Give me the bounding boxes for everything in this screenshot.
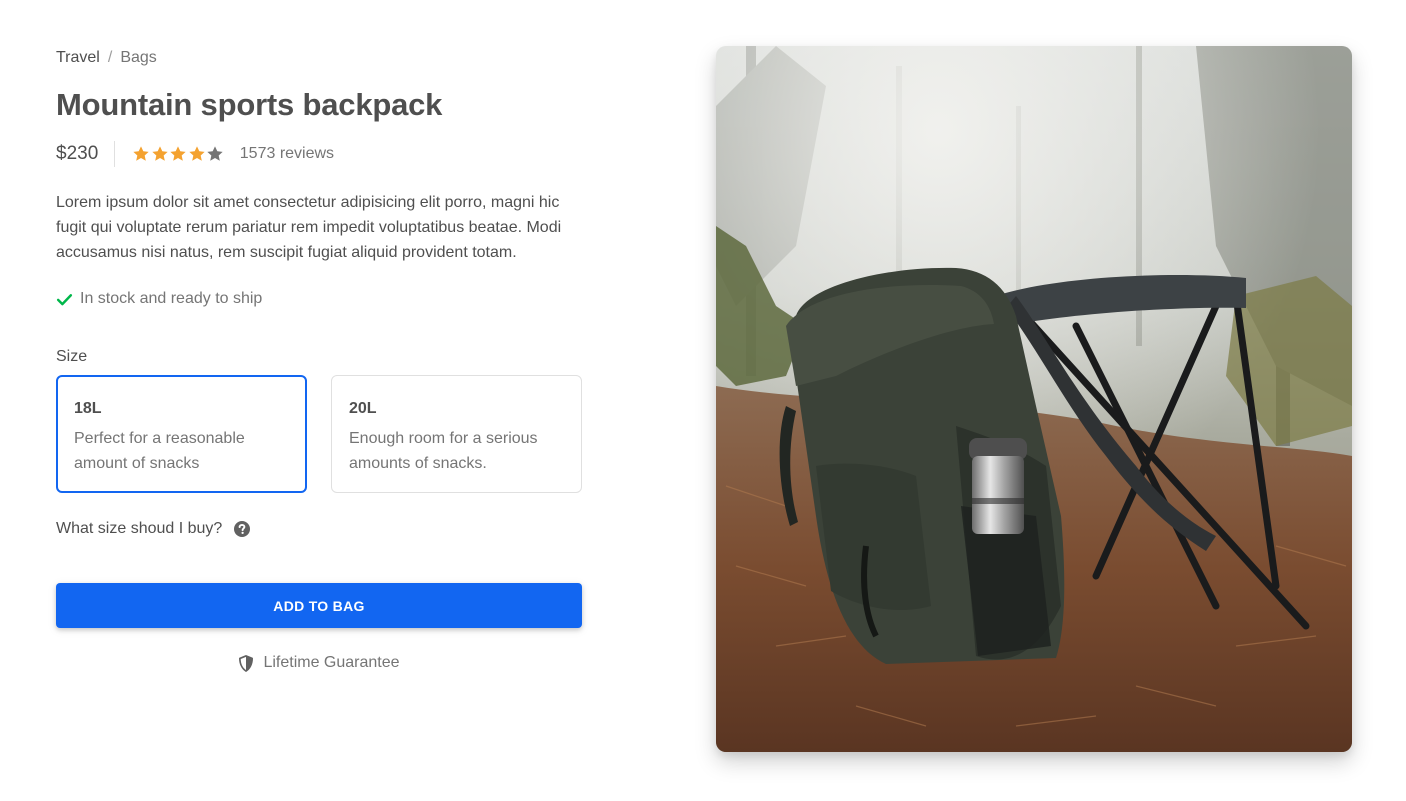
product-title: Mountain sports backpack	[56, 87, 443, 122]
star-icon	[207, 146, 223, 161]
backpack-photo	[716, 46, 1352, 752]
star-icon	[189, 146, 205, 161]
size-option-20l[interactable]: 20L Enough room for a serious amounts of…	[331, 375, 582, 493]
size-guide-link[interactable]: What size shoud I buy?	[56, 520, 251, 538]
breadcrumb-current-bags[interactable]: Bags	[120, 49, 156, 67]
add-to-bag-button[interactable]: ADD TO BAG	[56, 583, 582, 628]
star-icon	[170, 146, 186, 161]
breadcrumb-separator: /	[107, 49, 113, 66]
stock-text: In stock and ready to ship	[80, 290, 263, 307]
guarantee-text: Lifetime Guarantee	[263, 654, 400, 671]
star-icon	[133, 146, 149, 161]
size-option-18l[interactable]: 18L Perfect for a reasonable amount of s…	[56, 375, 307, 493]
check-icon	[56, 293, 73, 305]
price-rating-row: $230 1573 reviews	[56, 141, 334, 167]
question-circle-icon[interactable]	[234, 521, 251, 537]
size-option-name: 20L	[349, 400, 377, 417]
reviews-link[interactable]: 1573 reviews	[240, 145, 334, 163]
size-option-info: Perfect for a reasonable amount of snack…	[74, 430, 245, 472]
shield-icon	[239, 654, 254, 672]
size-option-name: 18L	[74, 400, 102, 417]
stock-status: In stock and ready to ship	[56, 290, 262, 308]
size-label: Size	[56, 348, 88, 365]
size-option-info: Enough room for a serious amounts of sna…	[349, 430, 538, 472]
product-description: Lorem ipsum dolor sit amet consectetur a…	[56, 194, 562, 261]
breadcrumb-link-travel[interactable]: Travel	[56, 49, 100, 67]
star-icon	[152, 146, 168, 161]
product-image	[716, 46, 1352, 752]
breadcrumb: Travel / Bags	[56, 49, 157, 67]
lifetime-guarantee[interactable]: Lifetime Guarantee	[56, 654, 582, 672]
star-rating	[132, 145, 225, 163]
size-guide-text: What size shoud I buy?	[56, 520, 223, 537]
product-price: $230	[56, 141, 116, 167]
